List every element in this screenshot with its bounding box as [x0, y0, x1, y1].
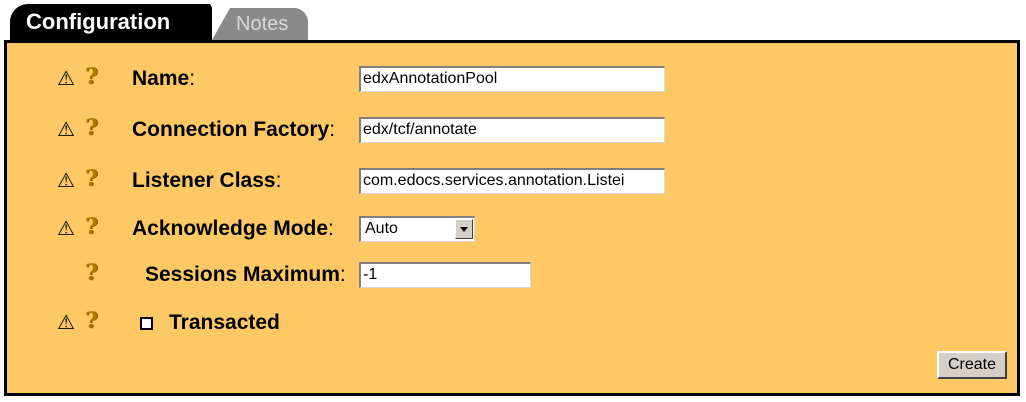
- name-label: Name:: [132, 67, 195, 91]
- transacted-label: Transacted: [169, 311, 280, 334]
- warning-icon: ⚠: [57, 66, 75, 90]
- transacted-icons: ⚠ ?: [57, 309, 117, 335]
- acknowledge-mode-label-colon: :: [328, 217, 334, 240]
- connection-factory-row: ⚠ ? Connection Factory: edx/tcf/annotate: [7, 114, 1017, 146]
- warning-icon: ⚠: [57, 216, 75, 240]
- connection-factory-label-colon: :: [329, 118, 336, 141]
- name-icons: ⚠ ?: [57, 65, 117, 91]
- connection-factory-label-text: Connection Factory: [132, 118, 330, 141]
- listener-class-label-text: Listener Class: [132, 169, 276, 192]
- dropdown-arrow-icon[interactable]: [455, 219, 473, 239]
- help-icon[interactable]: ?: [85, 116, 98, 140]
- sessions-maximum-icons: ?: [57, 261, 117, 287]
- sessions-maximum-row: ? Sessions Maximum: -1: [7, 259, 1017, 291]
- listener-class-label-colon: :: [275, 169, 282, 192]
- acknowledge-mode-row: ⚠ ? Acknowledge Mode: Auto: [7, 213, 1017, 245]
- create-button[interactable]: Create: [937, 351, 1007, 379]
- acknowledge-mode-label-text: Acknowledge Mode: [132, 217, 329, 240]
- connection-factory-icons: ⚠ ?: [57, 116, 117, 142]
- tab-notes[interactable]: Notes: [212, 8, 308, 40]
- help-icon[interactable]: ?: [85, 215, 98, 239]
- sessions-maximum-label-colon: :: [339, 263, 346, 286]
- listener-class-icons: ⚠ ?: [57, 167, 117, 193]
- sessions-maximum-input[interactable]: -1: [359, 262, 531, 288]
- sessions-maximum-label-text: Sessions Maximum: [145, 263, 340, 286]
- tab-configuration[interactable]: Configuration: [10, 4, 230, 40]
- name-input[interactable]: edxAnnotationPool: [359, 66, 665, 92]
- acknowledge-mode-icons: ⚠ ?: [57, 215, 117, 241]
- listener-class-row: ⚠ ? Listener Class: com.edocs.services.a…: [7, 165, 1017, 197]
- warning-icon: ⚠: [57, 310, 75, 334]
- acknowledge-mode-select[interactable]: Auto: [359, 216, 475, 242]
- listener-class-label: Listener Class:: [132, 169, 281, 193]
- transacted-row: ⚠ ? Transacted: [7, 307, 1017, 339]
- warning-icon: ⚠: [57, 168, 75, 192]
- name-row: ⚠ ? Name: edxAnnotationPool: [7, 63, 1017, 95]
- sessions-maximum-label: Sessions Maximum:: [145, 263, 346, 287]
- connection-factory-label: Connection Factory:: [132, 118, 335, 142]
- acknowledge-mode-label: Acknowledge Mode:: [132, 217, 334, 241]
- transacted-checkbox[interactable]: [140, 317, 153, 330]
- tab-bar: Configuration Notes: [0, 0, 1026, 40]
- warning-icon: ⚠: [57, 117, 75, 141]
- connection-factory-input[interactable]: edx/tcf/annotate: [359, 117, 665, 143]
- listener-class-input[interactable]: com.edocs.services.annotation.Listei: [359, 168, 665, 194]
- acknowledge-mode-value: Auto: [365, 220, 398, 237]
- configuration-panel: ⚠ ? Name: edxAnnotationPool ⚠ ? Connecti…: [4, 40, 1020, 396]
- name-label-text: Name: [132, 67, 190, 90]
- help-icon[interactable]: ?: [85, 309, 98, 333]
- help-icon[interactable]: ?: [85, 167, 98, 191]
- name-label-colon: :: [189, 67, 196, 90]
- help-icon[interactable]: ?: [85, 65, 98, 89]
- help-icon[interactable]: ?: [85, 261, 98, 285]
